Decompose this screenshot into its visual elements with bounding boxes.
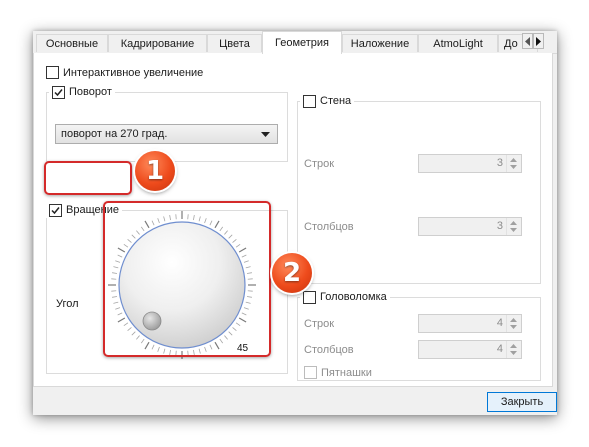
interactive-zoom-checkbox[interactable]: [46, 66, 59, 79]
fifteen-puzzle-checkbox[interactable]: [304, 366, 317, 379]
puzzle-cols-label: Столбцов: [304, 344, 354, 356]
spin-up-icon: [510, 221, 517, 225]
tab-crop[interactable]: Кадрирование: [108, 34, 207, 52]
interactive-zoom-option[interactable]: Интерактивное увеличение: [46, 66, 203, 79]
settings-dialog: Основные Кадрирование Цвета Геометрия На…: [33, 31, 557, 415]
wall-rows-spinbox[interactable]: 3: [418, 154, 522, 173]
spin-down-icon: [510, 165, 517, 169]
puzzle-rows-spinbox[interactable]: 4: [418, 314, 522, 333]
step-2-badge: 2: [272, 253, 312, 293]
tab-bar: Основные Кадрирование Цвета Геометрия На…: [33, 31, 557, 54]
puzzle-cols-spinbox[interactable]: 4: [418, 340, 522, 359]
wall-cols-label: Столбцов: [304, 221, 354, 233]
wall-rows-label: Строк: [304, 158, 335, 170]
tab-scroll-left-button[interactable]: [522, 33, 533, 49]
rotation-checkbox[interactable]: [49, 203, 62, 217]
puzzle-cols-value: 4: [496, 343, 503, 355]
chevron-left-icon: [525, 37, 530, 46]
rotate-checkbox[interactable]: [52, 85, 65, 99]
puzzle-rows-label: Строк: [304, 318, 335, 330]
spin-up-icon: [510, 158, 517, 162]
step-1-badge: 1: [135, 151, 175, 191]
tab-scroll-right-button[interactable]: [533, 33, 544, 49]
spin-up-icon: [510, 344, 517, 348]
puzzle-checkbox[interactable]: [303, 290, 316, 304]
spin-buttons[interactable]: [506, 218, 521, 235]
wall-label: Стена: [320, 95, 352, 107]
rotate-select[interactable]: поворот на 270 град.: [55, 124, 278, 144]
wall-cols-spinbox[interactable]: 3: [418, 217, 522, 236]
spin-down-icon: [510, 325, 517, 329]
tab-overlay[interactable]: Наложение: [342, 34, 418, 52]
checkmark-icon: [54, 88, 63, 96]
wall-group-title[interactable]: Стена: [300, 93, 355, 109]
spin-down-icon: [510, 351, 517, 355]
fifteen-puzzle-option[interactable]: Пятнашки: [304, 366, 372, 379]
chevron-down-icon: [261, 132, 270, 137]
dialog-footer: Закрыть: [33, 387, 557, 415]
tab-main[interactable]: Основные: [36, 34, 108, 52]
wall-group: [297, 101, 541, 284]
spin-buttons[interactable]: [506, 315, 521, 332]
rotation-highlight: [44, 161, 132, 195]
wall-rows-value: 3: [496, 157, 503, 169]
spin-down-icon: [510, 228, 517, 232]
rotate-label: Поворот: [69, 86, 112, 98]
spin-buttons[interactable]: [506, 155, 521, 172]
dial-highlight: [103, 201, 271, 357]
tab-colors[interactable]: Цвета: [207, 34, 262, 52]
chevron-right-icon: [536, 37, 541, 46]
close-button[interactable]: Закрыть: [487, 392, 557, 412]
puzzle-label: Головоломка: [320, 291, 387, 303]
rotate-select-value: поворот на 270 град.: [61, 128, 168, 140]
puzzle-group-title[interactable]: Головоломка: [300, 289, 390, 305]
rotate-group-title[interactable]: Поворот: [49, 84, 115, 100]
angle-label: Угол: [56, 298, 79, 310]
spin-up-icon: [510, 318, 517, 322]
checkmark-icon: [51, 206, 60, 214]
fifteen-puzzle-label: Пятнашки: [321, 366, 372, 379]
tab-geometry[interactable]: Геометрия: [262, 31, 342, 54]
puzzle-rows-value: 4: [496, 317, 503, 329]
wall-cols-value: 3: [496, 220, 503, 232]
wall-checkbox[interactable]: [303, 94, 316, 108]
spin-buttons[interactable]: [506, 341, 521, 358]
tab-atmolight[interactable]: AtmoLight: [418, 34, 498, 52]
interactive-zoom-label: Интерактивное увеличение: [63, 66, 204, 79]
